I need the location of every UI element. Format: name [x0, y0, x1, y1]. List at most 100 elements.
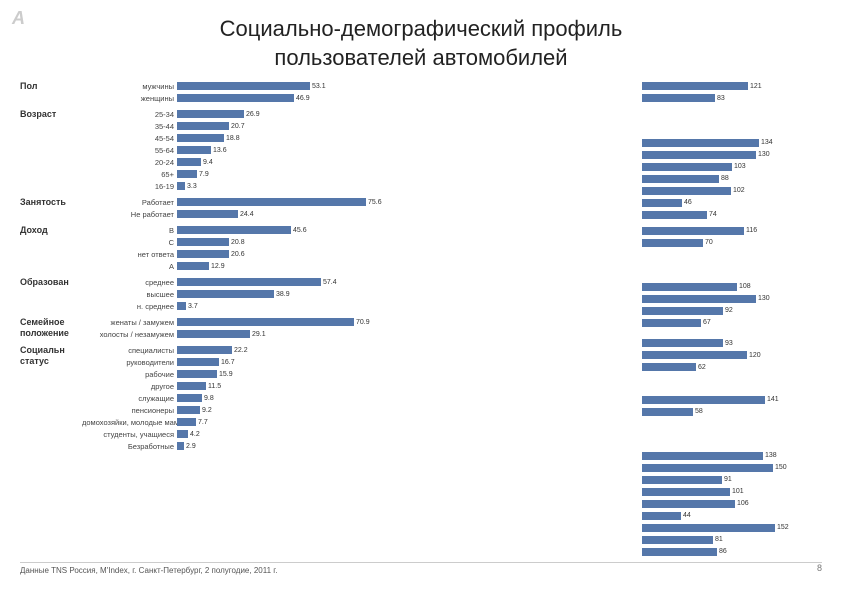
bar	[177, 430, 188, 438]
bar-line-4-0: среднее57.4	[82, 276, 634, 288]
bar	[177, 110, 244, 118]
bar-cat-label: студенты, учащиеся	[82, 430, 177, 439]
bar-cat-label: 65+	[82, 170, 177, 179]
bar-value: 16.7	[221, 359, 235, 366]
right-bar-line-6-4: 106	[642, 498, 822, 510]
right-bar-value: 121	[750, 83, 762, 90]
bar	[177, 146, 211, 154]
bar-cat-label: пенсионеры	[82, 406, 177, 415]
right-bar-value: 130	[758, 151, 770, 158]
title: Социально-демографический профиль пользо…	[20, 15, 822, 72]
right-bar-value: 130	[758, 295, 770, 302]
bar	[177, 406, 200, 414]
bar-cat-label: 25-34	[82, 110, 177, 119]
right-bar-value: 86	[719, 548, 727, 555]
bar-cat-label: женаты / замужем	[82, 318, 177, 327]
bar-value: 2.9	[186, 443, 196, 450]
right-bar-line-1-2: 103	[642, 161, 822, 173]
bar-cat-label: 20-24	[82, 158, 177, 167]
bar-value: 9.8	[204, 395, 214, 402]
group-2: ЗанятостьРаботает75.6Не работает24.4	[20, 196, 634, 220]
bar-cat-label: В	[82, 226, 177, 235]
right-bar-line-1-3: 88	[642, 173, 822, 185]
right-chart: 1218313413010388102467411670108130926793…	[642, 80, 822, 558]
right-bar-line-6-7: 81	[642, 534, 822, 546]
right-bar	[642, 408, 693, 416]
bar	[177, 226, 291, 234]
bar	[177, 382, 206, 390]
bar-value: 45.6	[293, 227, 307, 234]
bar-cat-label: Безработные	[82, 442, 177, 451]
right-bar-line-6-5: 44	[642, 510, 822, 522]
right-bar	[642, 82, 748, 90]
right-bar-line-3-0: 108	[642, 281, 822, 293]
right-bar-line-5-1: 58	[642, 406, 822, 418]
right-bar	[642, 363, 696, 371]
bar-line-5-0: женаты / замужем70.9	[82, 316, 634, 328]
bar	[177, 370, 217, 378]
bar-line-6-7: студенты, учащиеся4.2	[82, 428, 634, 440]
right-bar-line-6-2: 91	[642, 474, 822, 486]
bar-value: 29.1	[252, 331, 266, 338]
right-bar	[642, 351, 747, 359]
bar	[177, 134, 224, 142]
bar-line-6-1: руководители16.7	[82, 356, 634, 368]
right-group-0: 12183	[642, 80, 822, 132]
bar-line-4-2: н. среднее3.7	[82, 300, 634, 312]
right-bar-value: 81	[715, 536, 723, 543]
right-bar-line-5-0: 141	[642, 394, 822, 406]
bar	[177, 330, 250, 338]
bar-value: 26.9	[246, 111, 260, 118]
right-bar	[642, 295, 756, 303]
group-label-3: Доход	[20, 224, 82, 236]
bar-cat-label: другое	[82, 382, 177, 391]
right-bar	[642, 199, 682, 207]
right-bar	[642, 163, 732, 171]
bar	[177, 182, 185, 190]
bar-line-2-0: Работает75.6	[82, 196, 634, 208]
right-bar-line-4-2: 62	[642, 361, 822, 373]
right-bar-line-1-5: 46	[642, 197, 822, 209]
right-bar	[642, 339, 723, 347]
bar-cat-label: домохозяйки, молодые мамы	[82, 418, 177, 427]
right-bar-value: 138	[765, 452, 777, 459]
bar-value: 38.9	[276, 291, 290, 298]
right-bar	[642, 283, 737, 291]
right-bar-value: 150	[775, 464, 787, 471]
right-bar-line-0-0: 121	[642, 80, 822, 92]
bar-value: 11.5	[208, 383, 221, 390]
right-bar-line-6-3: 101	[642, 486, 822, 498]
bar	[177, 238, 229, 246]
bar-line-6-3: другое 11.5	[82, 380, 634, 392]
right-bar-line-2-1: 70	[642, 237, 822, 249]
bar	[177, 302, 186, 310]
bar-value: 7.7	[198, 419, 208, 426]
bar-line-1-0: 25-34 26.9	[82, 108, 634, 120]
bar	[177, 358, 219, 366]
bar	[177, 82, 310, 90]
bar-line-0-0: мужчины53.1	[82, 80, 634, 92]
right-bar-value: 70	[705, 239, 713, 246]
right-bar	[642, 476, 722, 484]
right-bar-value: 120	[749, 352, 761, 359]
right-bar-value: 102	[733, 187, 745, 194]
right-bar	[642, 151, 756, 159]
right-bar	[642, 524, 775, 532]
bar	[177, 250, 229, 258]
right-bar-line-3-2: 92	[642, 305, 822, 317]
group-bars-4: среднее57.4высшее38.9н. среднее3.7	[82, 276, 634, 312]
bar	[177, 346, 232, 354]
bar-value: 20.8	[231, 239, 245, 246]
group-label-6: Социальнстатус	[20, 344, 82, 367]
right-bar-line-1-4: 102	[642, 185, 822, 197]
bar-value: 12.9	[211, 263, 225, 270]
bar-value: 7.9	[199, 171, 209, 178]
right-bar-line-6-8: 86	[642, 546, 822, 558]
right-group-4: 9312062	[642, 337, 822, 389]
bar-value: 3.7	[188, 303, 198, 310]
right-bar-value: 58	[695, 408, 703, 415]
right-bar-value: 67	[703, 319, 711, 326]
bar	[177, 158, 201, 166]
group-bars-2: Работает75.6Не работает24.4	[82, 196, 634, 220]
group-1: Возраст25-3426.935-4420.745-5418.855-641…	[20, 108, 634, 192]
